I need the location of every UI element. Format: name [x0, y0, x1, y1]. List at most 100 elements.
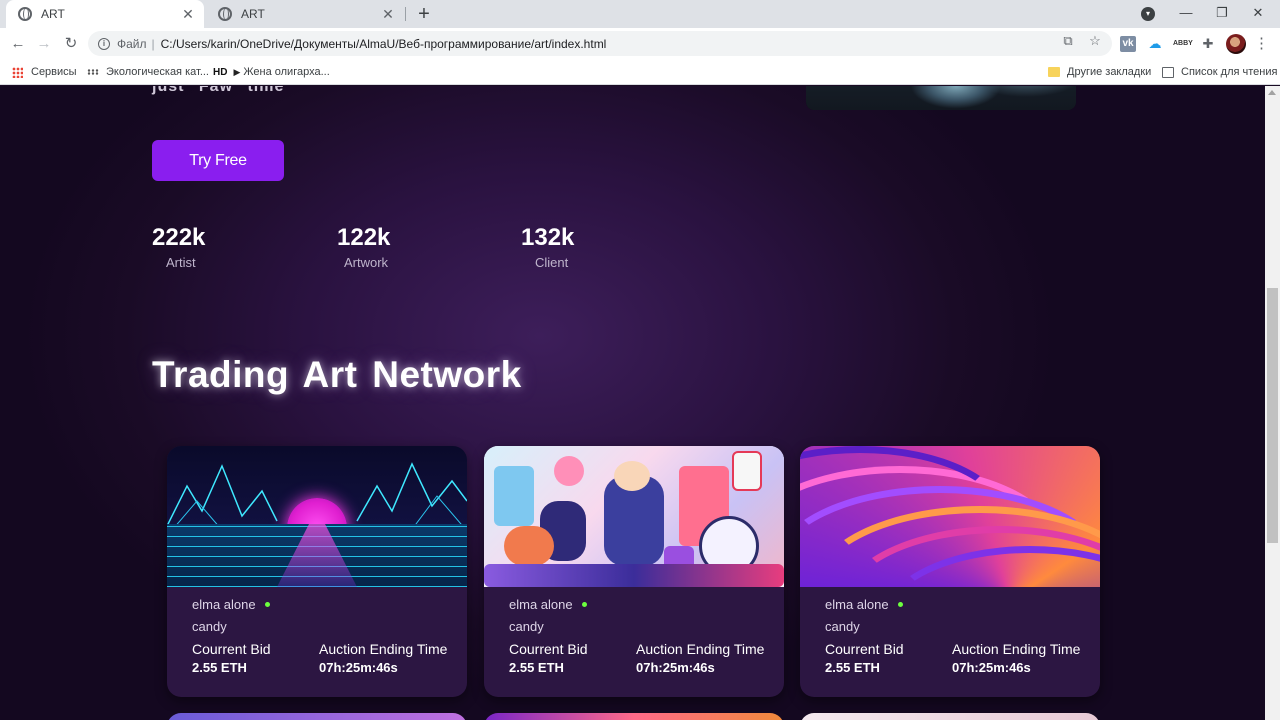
card-details: elma alone candy Courrent Bid 2.55 ETH A… — [167, 587, 467, 697]
card-details: elma alone candy Courrent Bid 2.55 ETH A… — [800, 587, 1100, 697]
reload-icon[interactable]: ↻ — [59, 32, 83, 56]
section-title: Trading Art Network — [152, 354, 522, 395]
bookmark-services[interactable]: Сервисы — [12, 64, 77, 80]
tab-title: ART — [41, 7, 65, 21]
close-tab-icon[interactable]: ✕ — [380, 6, 396, 23]
online-status-dot — [581, 602, 587, 607]
art-card[interactable]: elma alone candy Courrent Bid 2.55 ETH A… — [167, 446, 467, 697]
auction-time-value: 07h:25m:46s — [952, 660, 1031, 675]
browser-toolbar: ← → ↻ i Файл | C:/Users/karin/OneDrive/Д… — [0, 28, 1280, 59]
bid-value: 2.55 ETH — [509, 660, 564, 675]
tab-art-inactive[interactable]: ART ✕ — [206, 0, 404, 28]
bookmark-label: Сервисы — [31, 66, 77, 78]
art-card-next[interactable] — [167, 713, 467, 720]
globe-icon — [18, 7, 32, 21]
dots-icon — [87, 69, 99, 75]
stat-value: 132k — [521, 224, 575, 251]
address-scheme: Файл — [117, 36, 147, 51]
tab-separator — [405, 7, 406, 21]
hd-icon: HD — [213, 66, 228, 78]
tab-title: ART — [241, 7, 265, 21]
star-bookmark-icon[interactable]: ☆ — [1087, 33, 1103, 49]
bid-value: 2.55 ETH — [825, 660, 880, 675]
maximize-button[interactable]: ❐ — [1204, 0, 1240, 28]
tab-search-icon[interactable]: ▾ — [1141, 7, 1155, 21]
stat-client: 132k Client — [521, 224, 641, 270]
item-name: candy — [825, 619, 860, 634]
creator-name[interactable]: elma alone — [192, 597, 256, 612]
bid-label: Courrent Bid — [509, 641, 588, 657]
online-status-dot — [264, 602, 270, 607]
creator-name[interactable]: elma alone — [509, 597, 573, 612]
card-details: elma alone candy Courrent Bid 2.55 ETH A… — [484, 587, 784, 697]
vk-extension-icon[interactable]: vk — [1120, 36, 1136, 52]
reading-list-icon — [1162, 66, 1174, 78]
art-card-next[interactable] — [800, 713, 1100, 720]
globe-icon — [218, 7, 232, 21]
bid-value: 2.55 ETH — [192, 660, 247, 675]
stat-label: Artist — [166, 255, 196, 270]
hero-image — [806, 86, 1076, 110]
cloud-extension-icon[interactable]: ☁ — [1147, 36, 1163, 52]
bookmarks-bar: Сервисы Экологическая кат... HD ▶ Жена о… — [0, 59, 1280, 85]
online-status-dot — [897, 602, 903, 607]
illustration-artwork — [484, 446, 784, 587]
auction-time-value: 07h:25m:46s — [319, 660, 398, 675]
bid-label: Courrent Bid — [192, 641, 271, 657]
bookmark-label: Другие закладки — [1067, 66, 1152, 78]
creator-row: elma alone — [825, 597, 903, 612]
hero-subtitle: just Faw time — [152, 86, 285, 95]
close-tab-icon[interactable]: ✕ — [180, 6, 196, 23]
item-name: candy — [509, 619, 544, 634]
bid-label: Courrent Bid — [825, 641, 904, 657]
auction-time-label: Auction Ending Time — [319, 641, 448, 657]
bookmark-eco[interactable]: Экологическая кат... — [87, 64, 209, 80]
info-icon[interactable]: i — [98, 37, 110, 50]
art-card-next[interactable] — [484, 713, 784, 720]
scroll-up-arrow-icon[interactable] — [1268, 90, 1276, 95]
folder-icon — [1048, 67, 1060, 77]
art-card[interactable]: elma alone candy Courrent Bid 2.55 ETH A… — [800, 446, 1100, 697]
page-viewport: just Faw time Try Free 222k Artist 122k … — [0, 86, 1280, 720]
abbyy-extension-icon[interactable]: ABBY — [1173, 36, 1193, 52]
auction-time-label: Auction Ending Time — [636, 641, 765, 657]
back-arrow-icon[interactable]: ← — [6, 32, 30, 56]
minimize-button[interactable]: — — [1168, 0, 1204, 28]
close-window-button[interactable]: ✕ — [1240, 0, 1276, 28]
creator-name[interactable]: elma alone — [825, 597, 889, 612]
translate-icon[interactable]: ⧉ — [1060, 33, 1076, 49]
art-card[interactable]: elma alone candy Courrent Bid 2.55 ETH A… — [484, 446, 784, 697]
bookmark-label: Жена олигарха... — [243, 66, 330, 78]
reading-list[interactable]: Список для чтения — [1162, 64, 1277, 80]
address-bar[interactable]: i Файл | C:/Users/karin/OneDrive/Докумен… — [88, 31, 1112, 56]
creator-row: elma alone — [509, 597, 587, 612]
creator-row: elma alone — [192, 597, 270, 612]
address-divider: | — [151, 36, 155, 51]
auction-time-label: Auction Ending Time — [952, 641, 1081, 657]
hero-artwork — [806, 86, 1076, 110]
stat-label: Client — [535, 255, 569, 270]
swirl-artwork — [800, 446, 1100, 587]
try-free-button[interactable]: Try Free — [152, 140, 284, 181]
stat-artwork: 122k Artwork — [337, 224, 457, 270]
address-url[interactable]: C:/Users/karin/OneDrive/Документы/AlmaU/… — [161, 37, 607, 51]
stat-artist: 222k Artist — [152, 224, 272, 270]
forward-arrow-icon[interactable]: → — [32, 32, 56, 56]
stat-value: 122k — [337, 224, 391, 251]
profile-avatar[interactable] — [1226, 34, 1246, 54]
bookmark-video[interactable]: HD ▶ Жена олигарха... — [213, 64, 330, 80]
bookmark-label: Список для чтения — [1181, 66, 1278, 78]
bookmark-label: Экологическая кат... — [106, 66, 209, 78]
stat-label: Artwork — [344, 255, 389, 270]
auction-time-value: 07h:25m:46s — [636, 660, 715, 675]
scrollbar-thumb[interactable] — [1267, 288, 1278, 543]
apps-grid-icon — [12, 66, 23, 78]
stat-value: 222k — [152, 224, 206, 251]
kebab-menu-icon[interactable]: ⋮ — [1254, 35, 1269, 53]
bookmark-other[interactable]: Другие закладки — [1048, 64, 1151, 80]
play-icon: ▶ — [233, 66, 241, 77]
tab-art-active[interactable]: ART ✕ — [6, 0, 204, 28]
puzzle-extensions-icon[interactable]: ✚ — [1200, 36, 1216, 52]
item-name: candy — [192, 619, 227, 634]
new-tab-button[interactable]: + — [414, 3, 434, 25]
